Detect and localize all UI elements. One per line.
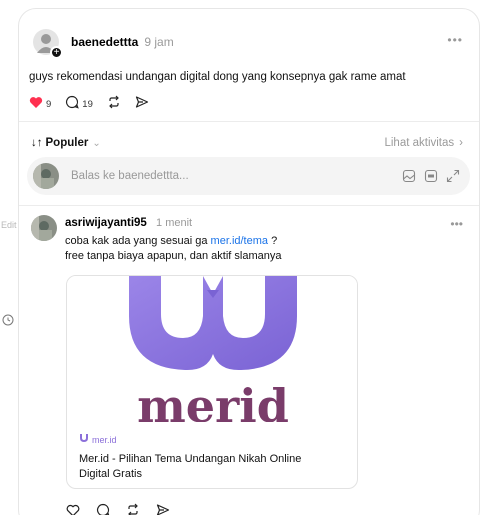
post-text: guys rekomendasi undangan digital dong y…	[29, 71, 406, 83]
comment-icon	[96, 503, 110, 515]
more-options-icon[interactable]: •••	[447, 33, 463, 47]
link-domain-text: mer.id	[92, 434, 117, 445]
history-icon[interactable]	[1, 313, 15, 327]
like-count: 9	[46, 99, 52, 110]
reply-text-line2: free tanpa biaya apapun, dan aktif slama…	[65, 250, 282, 262]
sort-row: ↓↑ Populer ⌄ Lihat aktivitas ›	[31, 137, 463, 149]
post-actions: 9 19	[29, 95, 163, 114]
sort-arrows-icon: ↓↑	[31, 137, 43, 149]
sort-label: Populer	[45, 137, 89, 149]
avatar	[33, 163, 59, 189]
image-icon[interactable]	[402, 169, 416, 183]
view-activity-link[interactable]: Lihat aktivitas ›	[384, 137, 463, 149]
reply-placeholder: Balas ke baenedettta...	[71, 170, 189, 182]
link-domain: mer.id	[79, 434, 117, 445]
link-preview-card[interactable]: merid mer.id Mer.id - Pilihan Tema Undan…	[66, 275, 358, 489]
avatar[interactable]	[31, 215, 57, 241]
send-icon	[135, 95, 149, 114]
thread-card: + baenedettta 9 jam ••• guys rekomendasi…	[18, 8, 480, 515]
heart-filled-icon	[29, 96, 43, 114]
post-header: + baenedettta 9 jam	[33, 29, 174, 59]
comment-icon	[65, 95, 80, 114]
comment-count: 19	[82, 99, 93, 110]
reply-header	[31, 215, 57, 241]
reply-username[interactable]: asriwijayanti95	[65, 217, 147, 229]
follow-plus-icon[interactable]: +	[50, 46, 63, 59]
more-options-icon[interactable]: •••	[450, 217, 463, 231]
avatar[interactable]: +	[33, 29, 63, 59]
svg-text:merid: merid	[137, 379, 289, 422]
reply-text-line1: coba kak ada yang sesuai ga mer.id/tema …	[65, 235, 277, 247]
divider	[19, 121, 479, 122]
divider	[19, 205, 479, 206]
reply-time: 1 menit	[156, 217, 193, 229]
chevron-right-icon: ›	[459, 137, 463, 149]
reply-tools	[394, 169, 460, 183]
edit-label: Edit	[1, 220, 17, 230]
merid-logo-icon	[79, 434, 89, 445]
reply-meta: asriwijayanti95 1 menit	[65, 217, 192, 229]
reply-text-suffix: ?	[268, 235, 278, 247]
reply-text-prefix: coba kak ada yang sesuai ga	[65, 235, 211, 247]
repost-button[interactable]	[107, 95, 121, 114]
share-button[interactable]	[156, 503, 170, 515]
post-username[interactable]: baenedettta	[71, 35, 138, 49]
gif-icon[interactable]	[424, 169, 438, 183]
heart-icon	[66, 504, 80, 515]
repost-icon	[107, 95, 121, 114]
chevron-down-icon: ⌄	[92, 137, 101, 149]
comment-button[interactable]: 19	[65, 95, 93, 114]
sort-dropdown[interactable]: ↓↑ Populer ⌄	[31, 137, 101, 149]
repost-icon	[126, 503, 140, 515]
expand-icon[interactable]	[446, 169, 460, 183]
reply-actions	[66, 503, 186, 515]
send-icon	[156, 503, 170, 515]
comment-button[interactable]	[96, 503, 110, 515]
link-title: Mer.id - Pilihan Tema Undangan Nikah Onl…	[79, 453, 302, 480]
link-preview-image: merid	[67, 276, 357, 422]
like-button[interactable]: 9	[29, 96, 51, 114]
reply-link[interactable]: mer.id/tema	[211, 235, 268, 247]
share-button[interactable]	[135, 95, 149, 114]
post-time: 9 jam	[144, 35, 174, 49]
view-activity-label: Lihat aktivitas	[384, 137, 455, 149]
repost-button[interactable]	[126, 503, 140, 515]
like-button[interactable]	[66, 504, 80, 515]
reply-input[interactable]: Balas ke baenedettta...	[27, 157, 470, 195]
